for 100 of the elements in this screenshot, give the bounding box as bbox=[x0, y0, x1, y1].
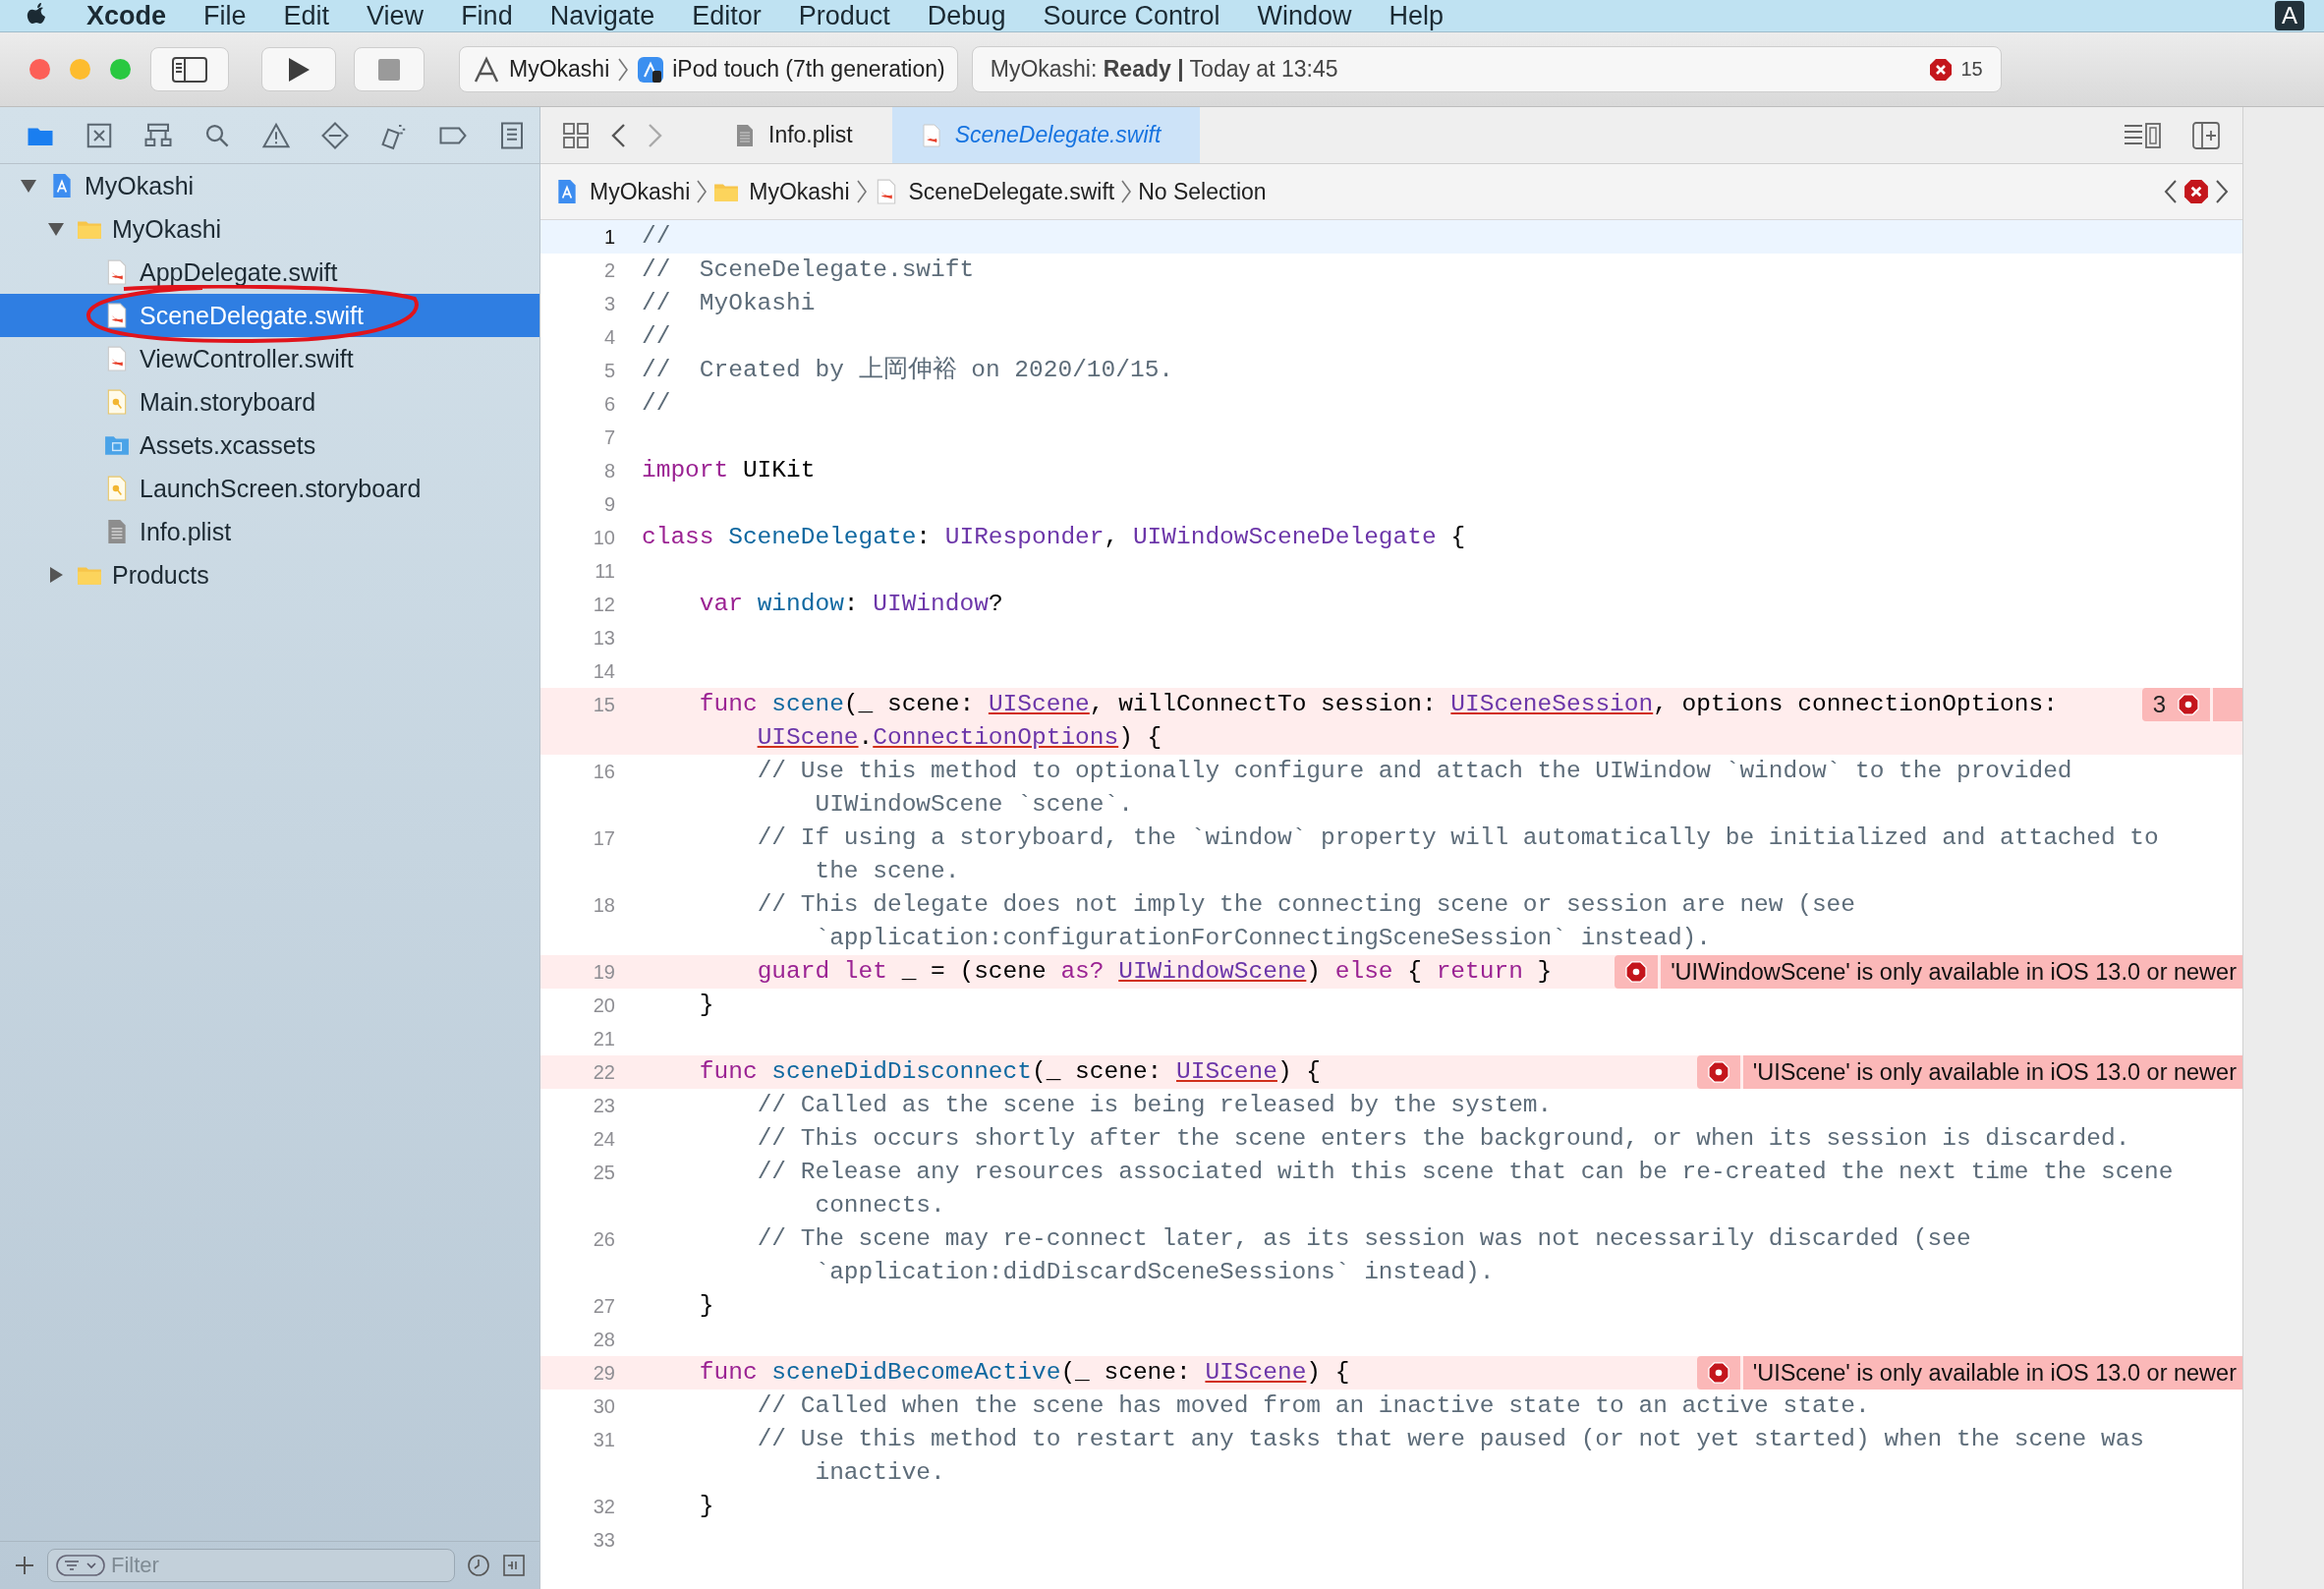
close-window-icon[interactable] bbox=[29, 59, 50, 80]
line-number: 6 bbox=[603, 393, 615, 415]
line-number: 14 bbox=[593, 660, 615, 682]
line-number: 12 bbox=[593, 594, 615, 615]
input-source-indicator[interactable]: A bbox=[2275, 1, 2304, 30]
status-text: MyOkashi: Ready | Today at 13:45 bbox=[990, 56, 1339, 83]
clock-icon[interactable] bbox=[467, 1554, 490, 1577]
item-label: Products bbox=[112, 560, 209, 590]
run-button[interactable] bbox=[261, 47, 336, 91]
code-comment: // MyOkashi bbox=[642, 289, 816, 318]
menu-item[interactable]: File bbox=[203, 0, 247, 31]
code-line: } bbox=[698, 991, 714, 1020]
navigator-item[interactable]: AppDelegate.swift bbox=[0, 251, 539, 294]
navigator-item[interactable]: LaunchScreen.storyboard bbox=[0, 467, 539, 510]
code-comment: // bbox=[642, 322, 671, 352]
code-comment: // This delegate does not imply the connecting scene or session are new (see bbox=[756, 890, 1855, 920]
menu-item[interactable]: View bbox=[367, 0, 425, 31]
diamond-icon bbox=[320, 120, 350, 150]
error-strip bbox=[2213, 688, 2242, 721]
error-marker[interactable] bbox=[1615, 955, 1659, 989]
item-label: AppDelegate.swift bbox=[140, 257, 338, 287]
menu-item[interactable]: Xcode bbox=[86, 0, 167, 31]
error-count-badge[interactable]: 3 bbox=[2141, 688, 2210, 721]
error-message: 'UIScene' is only available in iOS 13.0 or newer bbox=[1742, 1356, 2242, 1390]
issue-icon bbox=[2183, 179, 2209, 204]
line-number: 2 bbox=[603, 259, 615, 281]
play-icon bbox=[287, 56, 311, 83]
line-number: 31 bbox=[593, 1429, 615, 1450]
add-editor-icon[interactable] bbox=[2191, 120, 2221, 150]
item-label: LaunchScreen.storyboard bbox=[140, 474, 422, 503]
line-number: 27 bbox=[593, 1295, 615, 1317]
error-icon bbox=[1625, 961, 1648, 983]
line-number: 7 bbox=[603, 426, 615, 448]
editor-tab[interactable]: Info.plist bbox=[674, 107, 892, 163]
line-number: 30 bbox=[593, 1395, 615, 1417]
item-label: SceneDelegate.swift bbox=[140, 301, 364, 330]
code-comment: // Called when the scene has moved from an inactive state to an active state. bbox=[756, 1391, 1870, 1421]
disclosure-open-icon[interactable] bbox=[47, 220, 65, 238]
code-line: } bbox=[698, 1291, 714, 1321]
navigator-item[interactable]: Info.plist bbox=[0, 510, 539, 553]
navigator-item[interactable]: ViewController.swift bbox=[0, 337, 539, 380]
error-count[interactable]: 15 bbox=[1960, 58, 1983, 81]
line-number: 17 bbox=[593, 827, 615, 849]
breadcrumb-item[interactable]: MyOkashi bbox=[713, 178, 850, 205]
add-icon[interactable] bbox=[14, 1555, 35, 1576]
chevron-right-icon bbox=[696, 179, 709, 204]
disclosure-open-icon[interactable] bbox=[20, 177, 37, 195]
line-number: 3 bbox=[603, 293, 615, 314]
navigator-item[interactable]: Main.storyboard bbox=[0, 380, 539, 424]
line-number: 8 bbox=[603, 460, 615, 482]
code-line: func sceneDidDisconnect(_ scene: UIScene) { bbox=[698, 1057, 1322, 1087]
chevron-right-icon bbox=[855, 179, 868, 204]
navigator-item[interactable]: SceneDelegate.swift bbox=[0, 294, 539, 337]
error-marker[interactable] bbox=[1696, 1356, 1740, 1390]
code-line: func sceneDidBecomeActive(_ scene: UIScene) { bbox=[698, 1358, 1350, 1388]
line-number: 18 bbox=[593, 894, 615, 916]
breadcrumb-item[interactable]: No Selection bbox=[1138, 178, 1267, 205]
breadcrumb-item[interactable]: MyOkashi bbox=[554, 178, 691, 205]
filter-options-icon bbox=[56, 1554, 105, 1577]
code-comment: // SceneDelegate.swift bbox=[642, 255, 975, 285]
menu-item[interactable]: Source Control bbox=[1043, 0, 1220, 31]
navigator-item[interactable]: Products bbox=[0, 553, 539, 596]
navigator-item[interactable]: MyOkashi bbox=[0, 207, 539, 251]
breadcrumb-item[interactable]: SceneDelegate.swift bbox=[873, 178, 1115, 205]
tools-icon bbox=[472, 55, 501, 84]
line-number: 19 bbox=[593, 961, 615, 983]
sidebar-toggle-button[interactable] bbox=[150, 47, 229, 91]
scope-icon[interactable] bbox=[502, 1554, 526, 1577]
navigator-item[interactable]: MyOkashi bbox=[0, 164, 539, 207]
stop-icon bbox=[378, 58, 400, 81]
line-number: 28 bbox=[593, 1329, 615, 1350]
navigator-item[interactable]: Assets.xcassets bbox=[0, 424, 539, 467]
previous-issue-icon[interactable] bbox=[2164, 179, 2178, 204]
menu-item[interactable]: Window bbox=[1257, 0, 1352, 31]
menu-item[interactable]: Product bbox=[798, 0, 890, 31]
menu-item[interactable]: Find bbox=[461, 0, 513, 31]
line-number: 20 bbox=[593, 994, 615, 1016]
scheme-selector[interactable]: MyOkashi iPod touch (7th generation) bbox=[459, 46, 958, 92]
menu-item[interactable]: Edit bbox=[283, 0, 330, 31]
menu-item[interactable]: Navigate bbox=[549, 0, 655, 31]
line-number: 22 bbox=[593, 1061, 615, 1083]
menu-item[interactable]: Editor bbox=[692, 0, 762, 31]
stop-button[interactable] bbox=[354, 47, 425, 91]
code-comment: inactive. bbox=[814, 1458, 946, 1488]
scheme-name: MyOkashi bbox=[509, 56, 610, 83]
editor-options-icon[interactable] bbox=[2123, 121, 2162, 149]
app-device-icon bbox=[637, 55, 665, 84]
line-number: 11 bbox=[595, 560, 615, 582]
line-number: 5 bbox=[603, 360, 615, 381]
menu-item[interactable]: Debug bbox=[927, 0, 1006, 31]
line-number: 4 bbox=[603, 326, 615, 348]
next-issue-icon[interactable] bbox=[2215, 179, 2229, 204]
code-line: class SceneDelegate: UIResponder, UIWindowSceneDelegate { bbox=[642, 523, 1466, 552]
item-label: ViewController.swift bbox=[140, 344, 354, 373]
disclosure-closed-icon[interactable] bbox=[47, 566, 65, 584]
menu-item[interactable]: Help bbox=[1389, 0, 1445, 31]
error-marker[interactable] bbox=[1696, 1055, 1740, 1089]
code-comment: `application:didDiscardSceneSessions` instead). bbox=[814, 1258, 1496, 1287]
line-number: 1 bbox=[603, 226, 615, 248]
code-comment: // Created by 上岡伸裕 on 2020/10/15. bbox=[642, 355, 1174, 385]
